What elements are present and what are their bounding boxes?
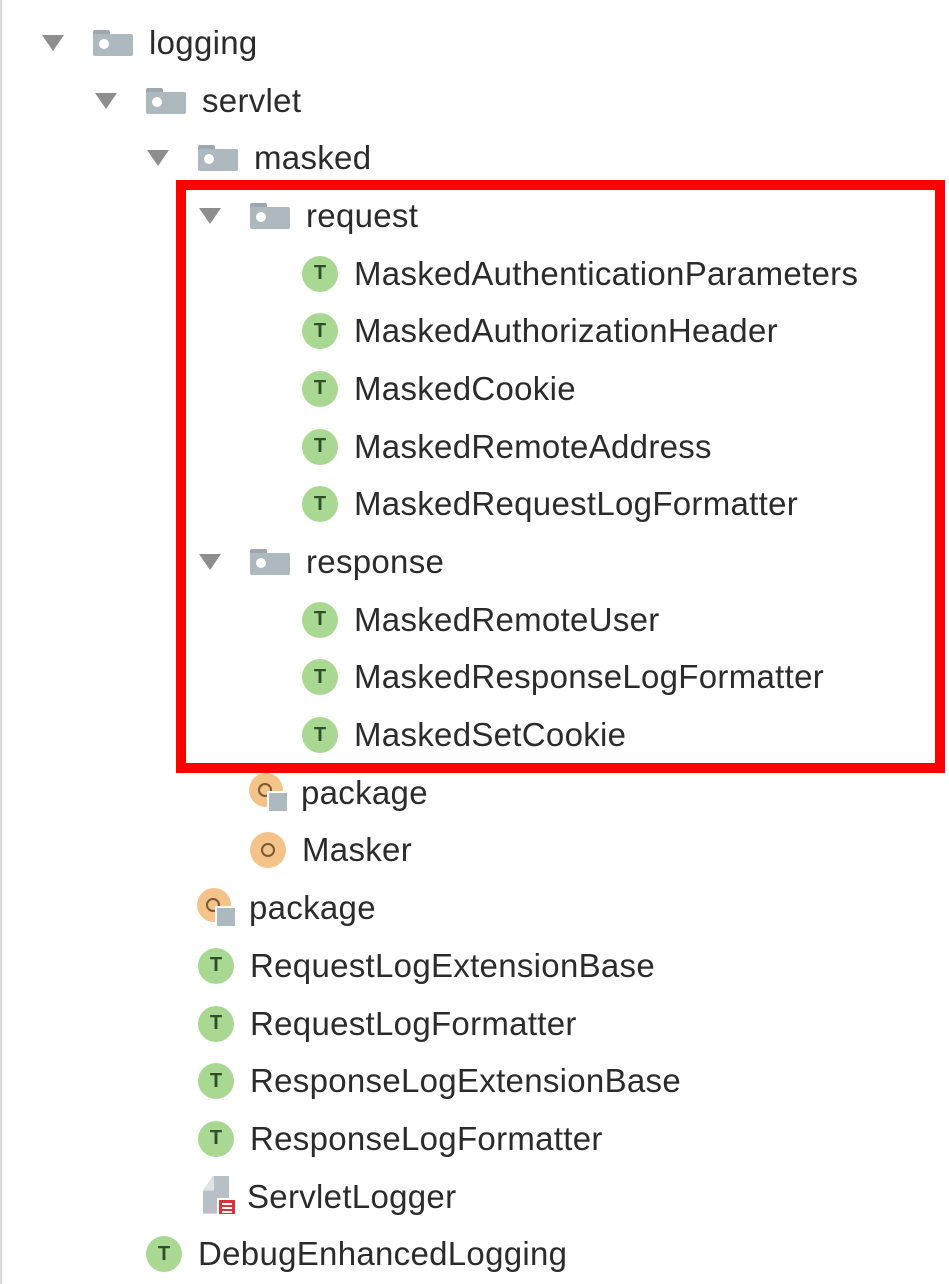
- tree-node-trait[interactable]: T MaskedSetCookie: [2, 706, 949, 764]
- tree-node-label: masked: [254, 139, 372, 177]
- chevron-down-icon[interactable]: [199, 554, 221, 571]
- trait-icon: T: [302, 255, 338, 292]
- project-tree-panel: logging servlet masked request T MaskedA…: [0, 0, 949, 1284]
- trait-icon: T: [302, 370, 338, 407]
- tree-node-servlet[interactable]: servlet: [2, 72, 949, 130]
- tree-node-label: MaskedAuthorizationHeader: [354, 312, 778, 350]
- tree-node-label: response: [306, 543, 445, 581]
- tree-node-package-object[interactable]: package: [2, 764, 949, 822]
- trait-icon: T: [302, 601, 338, 638]
- tree-node-trait[interactable]: T ResponseLogExtensionBase: [2, 1052, 949, 1110]
- tree-node-label: MaskedCookie: [354, 369, 576, 407]
- tree-node-masker[interactable]: Masker: [2, 822, 949, 880]
- trait-icon: T: [146, 1236, 182, 1273]
- tree-node-label: logging: [149, 23, 258, 61]
- scala-file-icon: [199, 1175, 239, 1218]
- tree-node-label: MaskedAuthenticationParameters: [354, 254, 859, 292]
- package-object-icon: [197, 888, 237, 929]
- package-folder-icon: [250, 202, 290, 229]
- tree-node-trait[interactable]: T MaskedRemoteAddress: [2, 418, 949, 476]
- tree-node-label: MaskedSetCookie: [354, 716, 627, 754]
- tree-node-label: Masker: [302, 831, 412, 869]
- tree-node-package-object[interactable]: package: [2, 879, 949, 937]
- tree-node-label: MaskedResponseLogFormatter: [354, 658, 825, 696]
- object-icon: [250, 832, 286, 869]
- tree-node-trait[interactable]: T MaskedRequestLogFormatter: [2, 476, 949, 534]
- tree-node-trait[interactable]: T MaskedResponseLogFormatter: [2, 649, 949, 707]
- trait-icon: T: [198, 947, 234, 984]
- tree-node-request[interactable]: request: [2, 187, 949, 245]
- package-object-icon: [249, 772, 289, 813]
- tree-node-label: RequestLogFormatter: [250, 1004, 577, 1042]
- trait-icon: T: [302, 659, 338, 696]
- package-folder-icon: [93, 29, 133, 56]
- tree-node-trait[interactable]: T MaskedAuthorizationHeader: [2, 302, 949, 360]
- tree-node-label: servlet: [202, 81, 302, 119]
- tree-node-label: RequestLogExtensionBase: [250, 946, 656, 984]
- tree-node-label: ResponseLogExtensionBase: [250, 1062, 681, 1100]
- trait-icon: T: [302, 428, 338, 465]
- package-folder-icon: [146, 87, 186, 114]
- trait-icon: T: [302, 313, 338, 350]
- tree-node-trait[interactable]: T ResponseLogFormatter: [2, 1110, 949, 1168]
- tree-node-logging[interactable]: logging: [2, 14, 949, 72]
- tree-node-trait[interactable]: T MaskedRemoteUser: [2, 591, 949, 649]
- tree-node-label: package: [301, 773, 428, 811]
- tree-node-trait[interactable]: T DebugEnhancedLogging: [2, 1225, 949, 1283]
- tree-node-label: package: [249, 889, 376, 927]
- tree-node-response[interactable]: response: [2, 533, 949, 591]
- package-folder-icon: [250, 549, 290, 576]
- tree-node-label: MaskedRemoteUser: [354, 600, 660, 638]
- trait-icon: T: [302, 717, 338, 754]
- chevron-down-icon[interactable]: [42, 34, 64, 51]
- tree-node-trait[interactable]: T MaskedAuthenticationParameters: [2, 245, 949, 303]
- tree-node-label: ResponseLogFormatter: [250, 1119, 603, 1157]
- chevron-down-icon[interactable]: [147, 150, 169, 167]
- chevron-down-icon[interactable]: [95, 92, 117, 109]
- tree-node-label: DebugEnhancedLogging: [198, 1235, 568, 1273]
- tree-node-masked[interactable]: masked: [2, 129, 949, 187]
- project-tree: logging servlet masked request T MaskedA…: [2, 14, 949, 1283]
- package-folder-icon: [198, 145, 238, 172]
- chevron-down-icon[interactable]: [199, 207, 221, 224]
- tree-node-label: ServletLogger: [247, 1177, 457, 1215]
- tree-node-trait[interactable]: T RequestLogExtensionBase: [2, 937, 949, 995]
- trait-icon: T: [198, 1063, 234, 1100]
- tree-node-label: MaskedRemoteAddress: [354, 427, 712, 465]
- trait-icon: T: [198, 1120, 234, 1157]
- tree-node-label: MaskedRequestLogFormatter: [354, 485, 799, 523]
- tree-node-trait[interactable]: T MaskedCookie: [2, 360, 949, 418]
- tree-node-servlet-logger[interactable]: ServletLogger: [2, 1168, 949, 1226]
- tree-node-label: request: [306, 196, 419, 234]
- tree-node-trait[interactable]: T RequestLogFormatter: [2, 995, 949, 1053]
- trait-icon: T: [198, 1005, 234, 1042]
- trait-icon: T: [302, 486, 338, 523]
